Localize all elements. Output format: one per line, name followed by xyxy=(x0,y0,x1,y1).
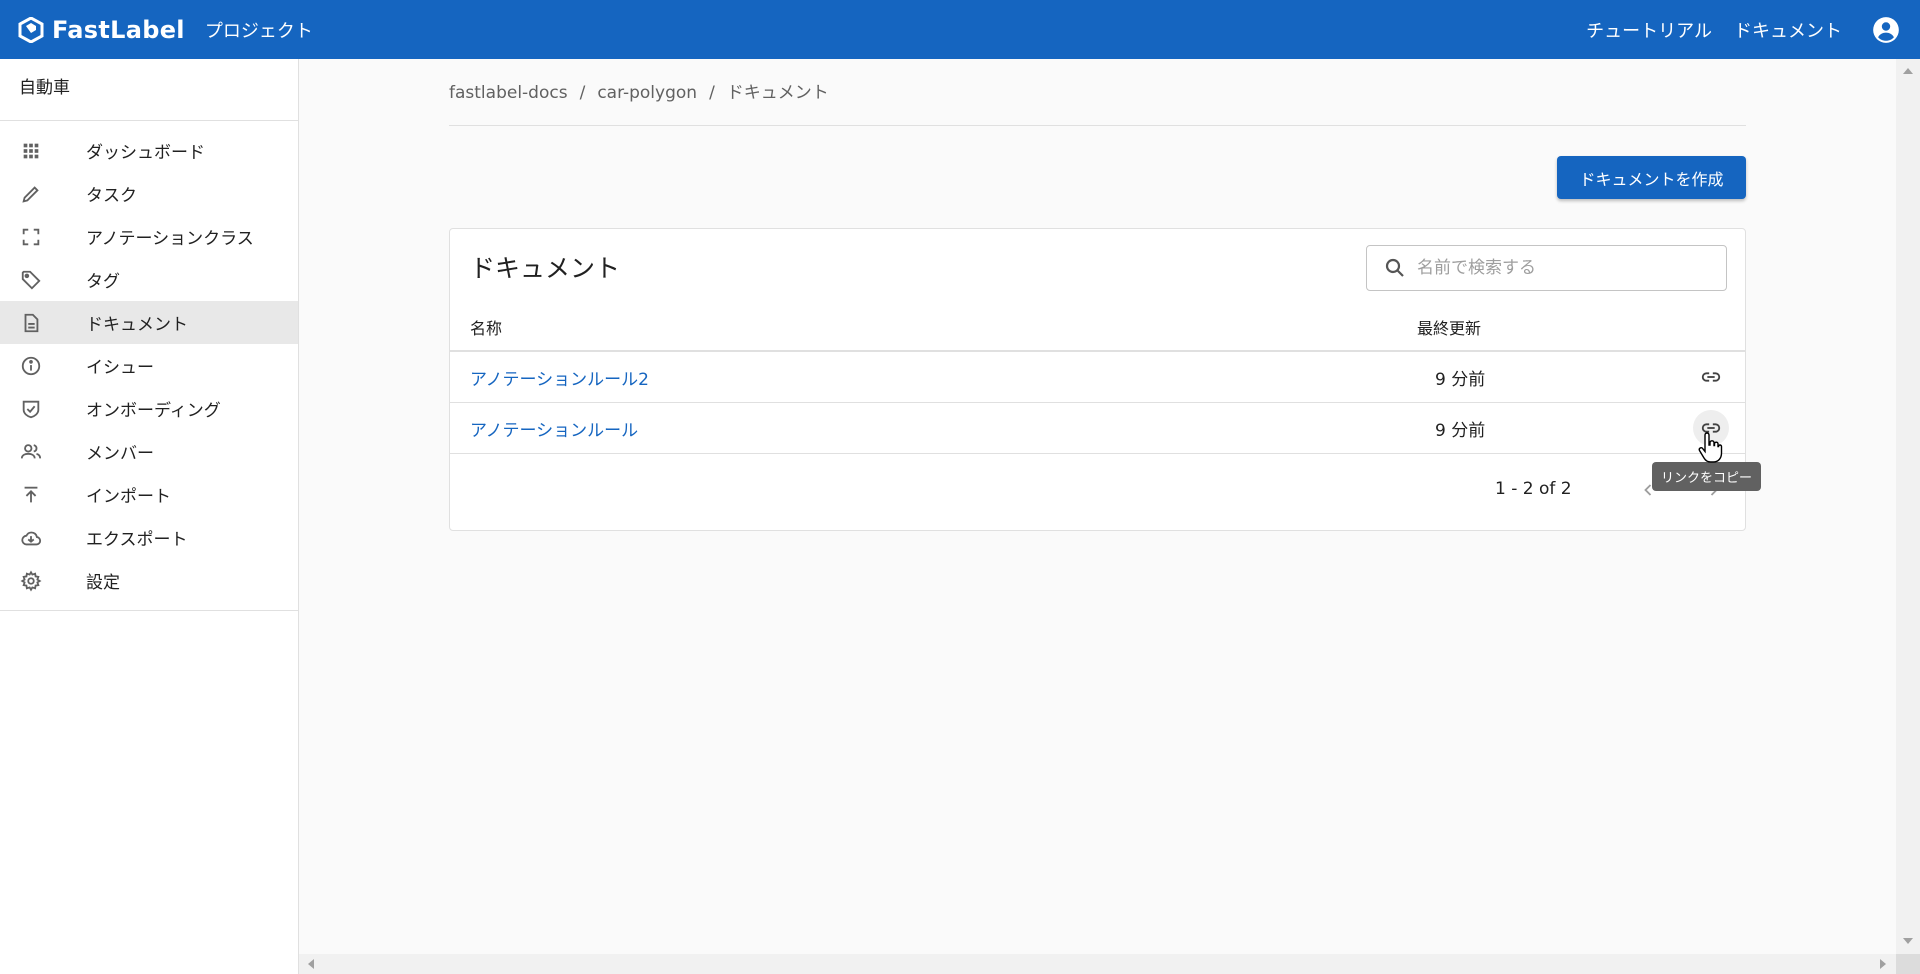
sidebar-item-label: イシュー xyxy=(86,358,154,378)
column-header-updated[interactable]: 最終更新 xyxy=(1417,315,1481,339)
vertical-scrollbar[interactable] xyxy=(1896,59,1920,954)
scroll-down-arrow-icon[interactable] xyxy=(1903,938,1913,944)
search-icon xyxy=(1385,258,1404,277)
sidebar-item-onboarding[interactable]: オンボーディング xyxy=(0,387,298,430)
sidebar-item-annotation-classes[interactable]: アノテーションクラス xyxy=(0,215,298,258)
crop-free-icon xyxy=(19,225,43,249)
sidebar-item-label: メンバー xyxy=(86,444,154,464)
copy-link-tooltip: リンクをコピー xyxy=(1652,462,1762,491)
account-circle-icon[interactable] xyxy=(1872,16,1900,44)
card-title: ドキュメント xyxy=(470,254,621,283)
sidebar-item-label: ドキュメント xyxy=(86,315,188,335)
sidebar-item-label: タグ xyxy=(86,272,120,292)
document-name-link[interactable]: アノテーションルール2 xyxy=(470,365,649,390)
header-right: チュートリアル ドキュメント xyxy=(1564,16,1920,44)
brand-name: FastLabel xyxy=(52,15,185,44)
info-icon xyxy=(19,354,43,378)
pagination-range: 1 - 2 of 2 xyxy=(1495,479,1572,499)
breadcrumb-divider xyxy=(449,125,1746,126)
sidebar-item-issues[interactable]: イシュー xyxy=(0,344,298,387)
sidebar-item-import[interactable]: インポート xyxy=(0,473,298,516)
search-input[interactable] xyxy=(1417,258,1707,278)
search-field[interactable] xyxy=(1366,245,1727,291)
upload-icon xyxy=(19,483,43,507)
gear-icon xyxy=(19,569,43,593)
create-document-button[interactable]: ドキュメントを作成 xyxy=(1557,156,1746,199)
document-icon xyxy=(19,311,43,335)
column-header-name[interactable]: 名称 xyxy=(470,315,502,339)
breadcrumb-separator: / xyxy=(579,83,586,103)
apps-grid-icon xyxy=(19,139,43,163)
sidebar-item-documents[interactable]: ドキュメント xyxy=(0,301,298,344)
tag-icon xyxy=(19,268,43,292)
sidebar-item-tags[interactable]: タグ xyxy=(0,258,298,301)
tutorial-link[interactable]: チュートリアル xyxy=(1586,17,1712,43)
sidebar-item-label: 設定 xyxy=(86,573,120,593)
docs-link[interactable]: ドキュメント xyxy=(1734,17,1842,43)
scroll-right-arrow-icon[interactable] xyxy=(1880,959,1886,969)
link-icon xyxy=(1701,372,1721,382)
documents-card: ドキュメント 名称 最終更新 アノテーションルール2 9 分前 アノテーションル… xyxy=(449,228,1746,531)
hand-cursor-icon xyxy=(1698,432,1723,463)
brand[interactable]: FastLabel xyxy=(18,16,185,44)
breadcrumb-workspace[interactable]: fastlabel-docs xyxy=(449,83,568,103)
nav-project-link[interactable]: プロジェクト xyxy=(205,17,313,43)
sidebar-item-label: オンボーディング xyxy=(86,401,221,421)
sidebar-nav: ダッシュボード タスク アノテーションクラス タグ ドキュメント イシュー オン… xyxy=(0,121,298,611)
sidebar-item-dashboard[interactable]: ダッシュボード xyxy=(0,129,298,172)
sidebar-item-label: アノテーションクラス xyxy=(86,229,254,249)
scroll-up-arrow-icon[interactable] xyxy=(1903,68,1913,74)
breadcrumb: fastlabel-docs / car-polygon / ドキュメント xyxy=(449,78,829,103)
cloud-download-icon xyxy=(19,526,43,550)
sidebar-item-label: ダッシュボード xyxy=(86,143,205,163)
people-icon xyxy=(19,440,43,464)
scroll-left-arrow-icon[interactable] xyxy=(308,959,314,969)
sidebar-item-label: インポート xyxy=(86,487,171,507)
document-name-link[interactable]: アノテーションルール xyxy=(470,416,638,441)
horizontal-scrollbar[interactable] xyxy=(299,954,1896,974)
sidebar-item-export[interactable]: エクスポート xyxy=(0,516,298,559)
breadcrumb-current: ドキュメント xyxy=(726,83,829,103)
breadcrumb-project[interactable]: car-polygon xyxy=(597,83,697,103)
sidebar: 自動車 ダッシュボード タスク アノテーションクラス タグ ドキュメント イシュ… xyxy=(0,59,299,974)
fastlabel-logo-icon xyxy=(18,16,44,43)
copy-link-button[interactable] xyxy=(1693,359,1729,395)
table-row: アノテーションルール2 9 分前 xyxy=(450,352,1745,403)
sidebar-item-label: タスク xyxy=(86,186,137,206)
breadcrumb-separator: / xyxy=(709,83,715,103)
shield-check-icon xyxy=(19,397,43,421)
sidebar-project-name: 自動車 xyxy=(0,59,298,121)
document-updated: 9 分前 xyxy=(1435,421,1486,441)
table-row: アノテーションルール 9 分前 xyxy=(450,403,1745,454)
app-header: FastLabel プロジェクト チュートリアル ドキュメント xyxy=(0,0,1920,59)
sidebar-item-label: エクスポート xyxy=(86,530,188,550)
sidebar-item-settings[interactable]: 設定 xyxy=(0,559,298,602)
sidebar-item-tasks[interactable]: タスク xyxy=(0,172,298,215)
document-updated: 9 分前 xyxy=(1435,370,1486,390)
scrollbar-corner xyxy=(1896,954,1920,974)
pencil-icon xyxy=(19,182,43,206)
sidebar-item-members[interactable]: メンバー xyxy=(0,430,298,473)
